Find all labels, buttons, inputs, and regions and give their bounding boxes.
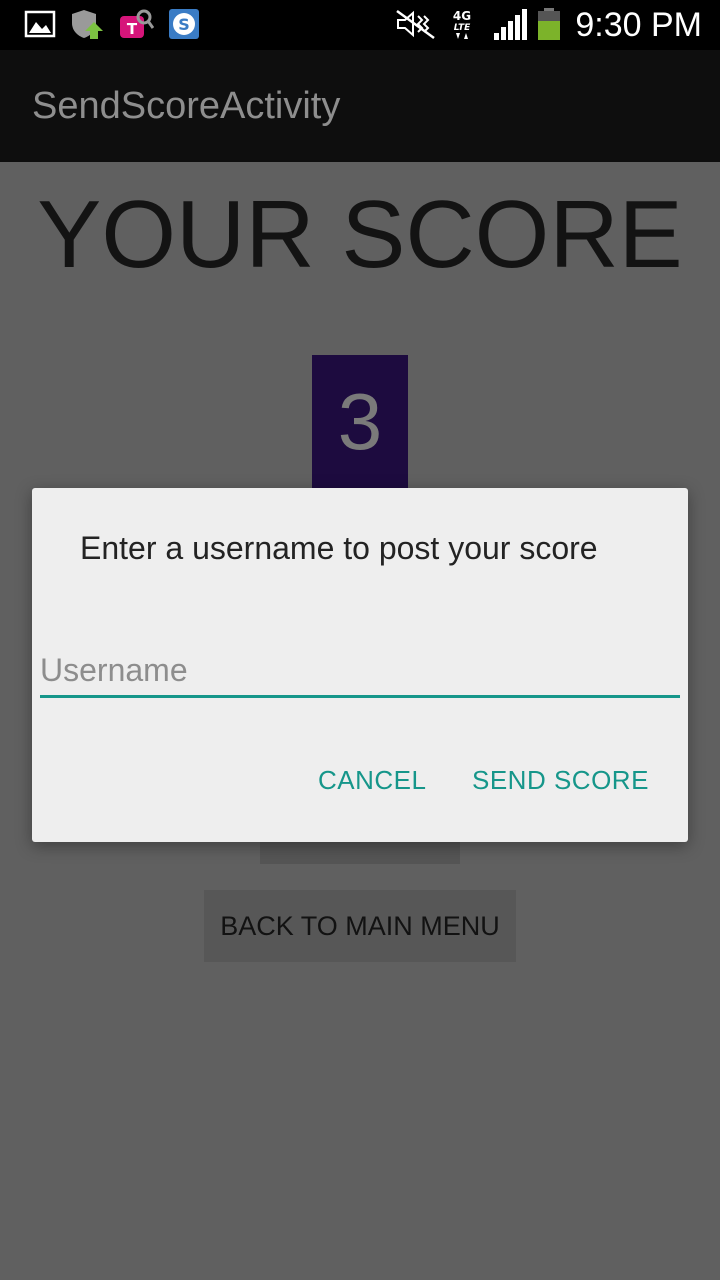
tmobile-icon: T: [120, 9, 154, 38]
dialog-message: Enter a username to post your score: [80, 530, 598, 566]
score-heading: YOUR SCORE: [37, 181, 683, 288]
svg-text:S: S: [178, 15, 190, 34]
shield-upload-icon: [72, 10, 103, 39]
signal-icon: [494, 9, 527, 40]
4g-lte-icon: 4G LTE: [453, 9, 471, 39]
score-value: 3: [337, 377, 383, 466]
username-input[interactable]: [40, 646, 680, 698]
score-box: 3: [312, 355, 408, 495]
status-bar: T S 4G LTE 9:30 PM: [0, 0, 720, 50]
gallery-icon: [24, 10, 56, 38]
svg-text:T: T: [127, 20, 138, 38]
action-bar: SendScoreActivity: [0, 50, 720, 162]
mute-icon: [396, 9, 435, 40]
svg-text:4G: 4G: [453, 9, 471, 23]
activity-title: SendScoreActivity: [32, 85, 341, 127]
cancel-button[interactable]: CANCEL: [318, 756, 426, 804]
battery-icon: [538, 8, 560, 40]
s-app-icon: S: [169, 9, 199, 39]
send-score-button[interactable]: SEND SCORE: [472, 756, 649, 804]
back-to-main-menu-button[interactable]: BACK TO MAIN MENU: [204, 890, 516, 962]
status-clock: 9:30 PM: [575, 6, 702, 44]
svg-text:LTE: LTE: [454, 23, 471, 33]
username-dialog: Enter a username to post your score CANC…: [32, 488, 688, 842]
